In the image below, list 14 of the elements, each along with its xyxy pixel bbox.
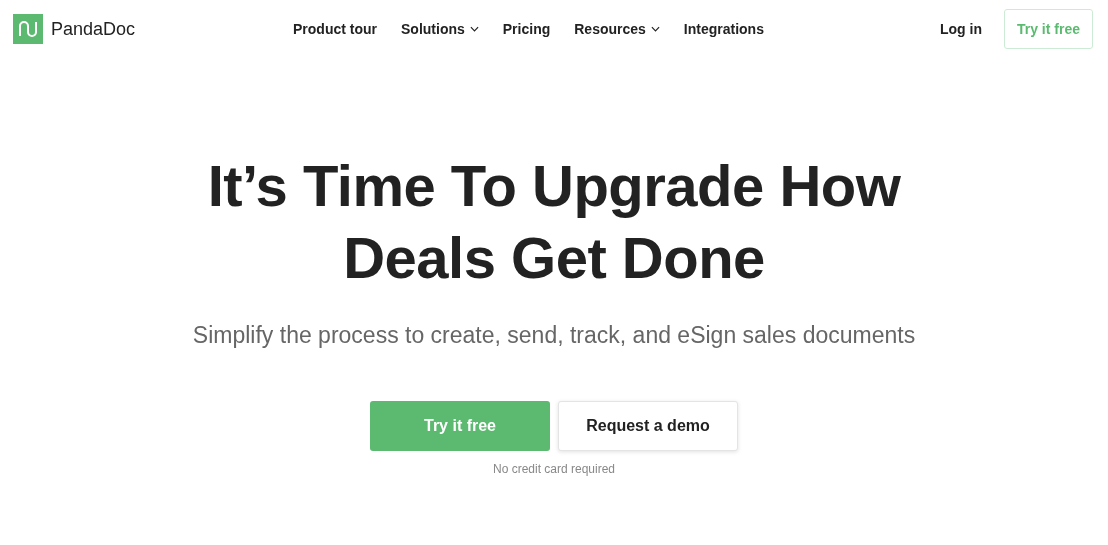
brand-name[interactable]: PandaDoc bbox=[51, 18, 136, 40]
nav-link[interactable]: Resources bbox=[574, 21, 660, 37]
headline: It’s Time To Upgrade How Deals Get Done bbox=[207, 152, 901, 292]
note: No credit card required bbox=[492, 462, 616, 476]
request-demo-button[interactable]: Request a demo bbox=[558, 401, 738, 451]
chevron-down-icon bbox=[650, 26, 660, 32]
subtitle: Simplify the process to create, send, track, and eSign sales documents bbox=[192, 322, 916, 349]
nav-link[interactable]: Integrations bbox=[683, 21, 764, 37]
login-link[interactable]: Log in bbox=[939, 21, 982, 37]
nav-link[interactable]: Pricing bbox=[502, 21, 551, 37]
chevron-down-icon bbox=[469, 26, 479, 32]
logo-icon bbox=[13, 14, 43, 44]
nav-link[interactable]: Product tour bbox=[293, 21, 377, 37]
nav-link[interactable]: Solutions bbox=[401, 21, 479, 37]
